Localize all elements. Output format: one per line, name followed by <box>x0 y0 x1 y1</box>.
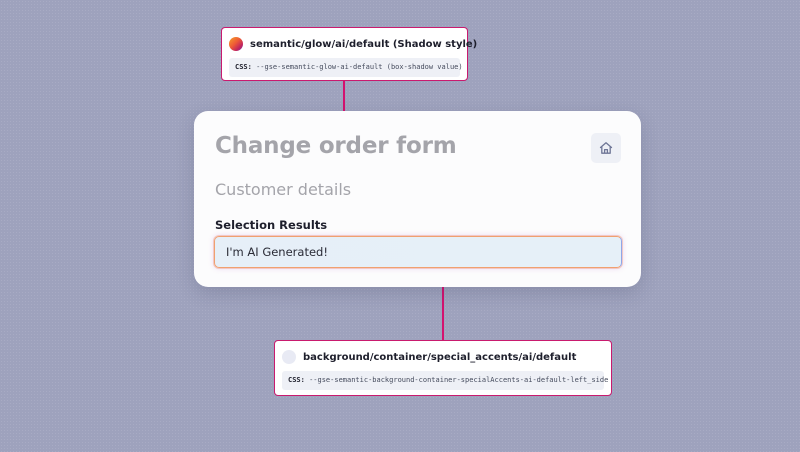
annotation-glow-css: CSS: --gse-semantic-glow-ai-default (box… <box>229 58 463 77</box>
annotation-background-header: background/container/special_accents/ai/… <box>282 348 604 366</box>
glow-swatch-icon <box>229 37 243 51</box>
annotation-background-css: CSS: --gse-semantic-background-container… <box>282 371 608 390</box>
section-title: Customer details <box>215 180 352 199</box>
annotation-background-token: background/container/special_accents/ai/… <box>274 340 612 396</box>
annotation-background-title: background/container/special_accents/ai/… <box>303 351 577 363</box>
field-label: Selection Results <box>215 218 328 232</box>
css-value: --gse-semantic-background-container-spec… <box>309 376 609 384</box>
home-button[interactable] <box>591 133 621 163</box>
annotation-glow-header: semantic/glow/ai/default (Shadow style) <box>229 35 477 53</box>
page-title: Change order form <box>215 133 457 159</box>
css-value: --gse-semantic-glow-ai-default (box-shad… <box>256 63 463 71</box>
field-value: I'm AI Generated! <box>226 245 328 259</box>
background-swatch-icon <box>282 350 296 364</box>
css-label: CSS: <box>235 63 252 71</box>
selection-results-field[interactable]: I'm AI Generated! <box>214 236 622 268</box>
home-icon <box>598 140 614 156</box>
change-order-form-card: Change order form Customer details Selec… <box>194 111 641 287</box>
annotation-glow-title: semantic/glow/ai/default (Shadow style) <box>250 38 478 50</box>
css-label: CSS: <box>288 376 305 384</box>
annotation-glow-token: semantic/glow/ai/default (Shadow style) … <box>221 27 477 81</box>
